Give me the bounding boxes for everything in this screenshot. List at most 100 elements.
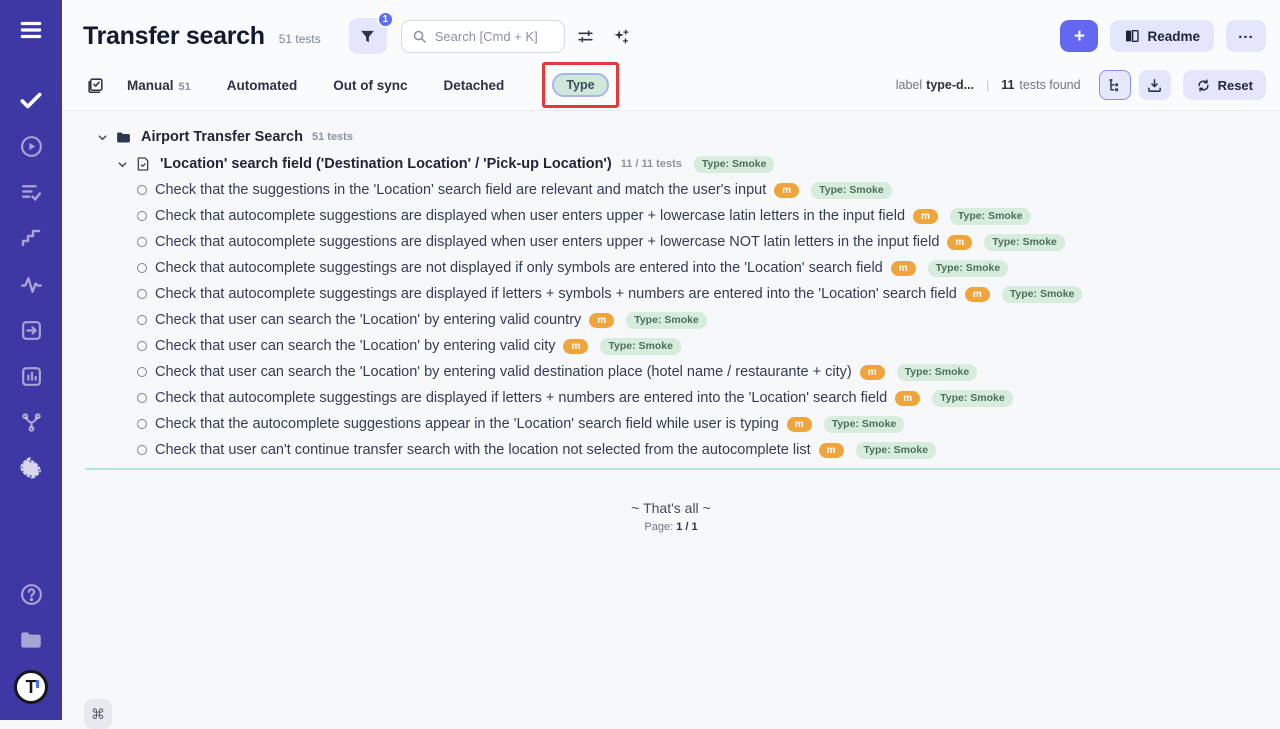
keyboard-shortcuts-button[interactable]: ⌘	[84, 699, 112, 729]
test-status-icon	[137, 289, 147, 299]
type-smoke-badge: Type: Smoke	[600, 338, 681, 355]
integrations-icon[interactable]	[17, 408, 45, 436]
menu-icon[interactable]	[17, 16, 45, 44]
test-title[interactable]: Check that autocomplete suggestings are …	[155, 260, 883, 276]
tree-view-button[interactable]	[1099, 70, 1131, 100]
settings-gear-icon[interactable]	[17, 454, 45, 482]
filter-button[interactable]: 1	[349, 18, 387, 54]
bulk-select-icon[interactable]	[86, 76, 105, 95]
import-icon[interactable]	[17, 316, 45, 344]
search-box[interactable]	[401, 20, 565, 53]
avatar[interactable]: T	[14, 670, 48, 704]
folder-row[interactable]: Airport Transfer Search 51 tests	[62, 124, 1280, 150]
type-smoke-badge: Type: Smoke	[694, 156, 775, 173]
test-title[interactable]: Check that autocomplete suggestings are …	[155, 390, 887, 406]
play-circle-icon[interactable]	[17, 132, 45, 160]
test-title[interactable]: Check that user can search the 'Location…	[155, 338, 555, 354]
sidebar: T	[0, 0, 62, 720]
tab-manual[interactable]: Manual 51	[127, 78, 191, 93]
test-title[interactable]: Check that the autocomplete suggestions …	[155, 416, 779, 432]
chevron-down-icon[interactable]	[97, 132, 108, 143]
found-suffix: tests found	[1019, 78, 1080, 92]
found-count: 11	[1001, 78, 1014, 92]
test-row[interactable]: Check that autocomplete suggestions are …	[62, 203, 1280, 229]
test-row[interactable]: Check that autocomplete suggestions are …	[62, 229, 1280, 255]
test-runs-icon[interactable]	[17, 178, 45, 206]
divider: |	[986, 78, 989, 92]
test-status-icon	[137, 445, 147, 455]
header-row: Transfer search 51 tests 1	[62, 0, 1280, 66]
type-smoke-badge: Type: Smoke	[626, 312, 707, 329]
tab-manual-label: Manual	[127, 78, 174, 93]
search-input[interactable]	[435, 29, 554, 44]
reports-icon[interactable]	[17, 362, 45, 390]
drop-indicator-line	[85, 468, 1280, 470]
test-row[interactable]: Check that user can search the 'Location…	[62, 307, 1280, 333]
filter-summary: label type-d... | 11 tests found Reset	[896, 70, 1266, 100]
tab-automated[interactable]: Automated	[227, 78, 298, 93]
test-row[interactable]: Check that user can search the 'Location…	[62, 359, 1280, 385]
manual-badge: m	[965, 287, 990, 302]
folder-icon	[115, 129, 132, 146]
tab-detached[interactable]: Detached	[444, 78, 505, 93]
end-of-list-text: ~ That's all ~	[62, 500, 1280, 516]
more-options-button[interactable]: ...	[1226, 20, 1266, 52]
test-title[interactable]: Check that user can search the 'Location…	[155, 312, 581, 328]
test-row[interactable]: Check that autocomplete suggestings are …	[62, 281, 1280, 307]
help-icon[interactable]	[17, 580, 45, 608]
suite-count: 11 / 11 tests	[621, 158, 682, 170]
export-download-button[interactable]	[1139, 70, 1171, 100]
test-title[interactable]: Check that autocomplete suggestions are …	[155, 234, 939, 250]
chevron-down-icon[interactable]	[117, 159, 128, 170]
test-row[interactable]: Check that autocomplete suggestings are …	[62, 255, 1280, 281]
ai-sparkles-icon[interactable]	[607, 21, 637, 51]
folder-name[interactable]: Airport Transfer Search	[141, 129, 303, 145]
page-title: Transfer search	[83, 22, 265, 51]
page-value: 1 / 1	[676, 521, 697, 533]
test-row[interactable]: Check that user can search the 'Location…	[62, 333, 1280, 359]
type-smoke-badge: Type: Smoke	[928, 260, 1009, 277]
test-status-icon	[137, 263, 147, 273]
tab-out-of-sync[interactable]: Out of sync	[333, 78, 407, 93]
activity-icon[interactable]	[17, 270, 45, 298]
main-area: Transfer search 51 tests 1	[62, 0, 1280, 720]
filter-count-badge: 1	[377, 11, 394, 28]
type-filter-chip[interactable]: Type	[552, 73, 608, 97]
book-icon	[1124, 28, 1140, 44]
readme-button[interactable]: Readme	[1110, 20, 1214, 52]
adjustments-icon[interactable]	[571, 21, 601, 51]
projects-folder-icon[interactable]	[17, 626, 45, 654]
test-row[interactable]: Check that the autocomplete suggestions …	[62, 411, 1280, 437]
test-title[interactable]: Check that the suggestions in the 'Locat…	[155, 182, 766, 198]
test-status-icon	[137, 419, 147, 429]
test-row[interactable]: Check that autocomplete suggestings are …	[62, 385, 1280, 411]
test-title[interactable]: Check that user can search the 'Location…	[155, 364, 852, 380]
type-smoke-badge: Type: Smoke	[811, 182, 892, 199]
pagination-info: Page: 1 / 1	[62, 521, 1280, 533]
manual-badge: m	[774, 183, 799, 198]
manual-badge: m	[891, 261, 916, 276]
document-check-icon	[135, 156, 151, 172]
manual-badge: m	[787, 417, 812, 432]
test-tree: Airport Transfer Search 51 tests 'Locati…	[62, 111, 1280, 533]
topbar: Transfer search 51 tests 1	[62, 0, 1280, 111]
type-smoke-badge: Type: Smoke	[950, 208, 1031, 225]
check-icon[interactable]	[17, 86, 45, 114]
test-title[interactable]: Check that autocomplete suggestings are …	[155, 286, 957, 302]
manual-badge: m	[895, 391, 920, 406]
create-button[interactable]: +	[1060, 20, 1098, 52]
test-status-icon	[137, 393, 147, 403]
milestones-icon[interactable]	[17, 224, 45, 252]
test-title[interactable]: Check that user can't continue transfer …	[155, 442, 811, 458]
search-icon	[412, 29, 427, 44]
test-status-icon	[137, 211, 147, 221]
tests-count: 51 tests	[279, 32, 321, 46]
suite-row[interactable]: 'Location' search field ('Destination Lo…	[62, 151, 1280, 177]
test-title[interactable]: Check that autocomplete suggestions are …	[155, 208, 905, 224]
suite-name[interactable]: 'Location' search field ('Destination Lo…	[160, 156, 612, 172]
test-row[interactable]: Check that the suggestions in the 'Locat…	[62, 177, 1280, 203]
test-row[interactable]: Check that user can't continue transfer …	[62, 437, 1280, 463]
reset-button[interactable]: Reset	[1183, 70, 1266, 100]
tab-manual-count: 51	[179, 81, 191, 93]
type-filter-chip-wrap: Type	[552, 73, 608, 97]
